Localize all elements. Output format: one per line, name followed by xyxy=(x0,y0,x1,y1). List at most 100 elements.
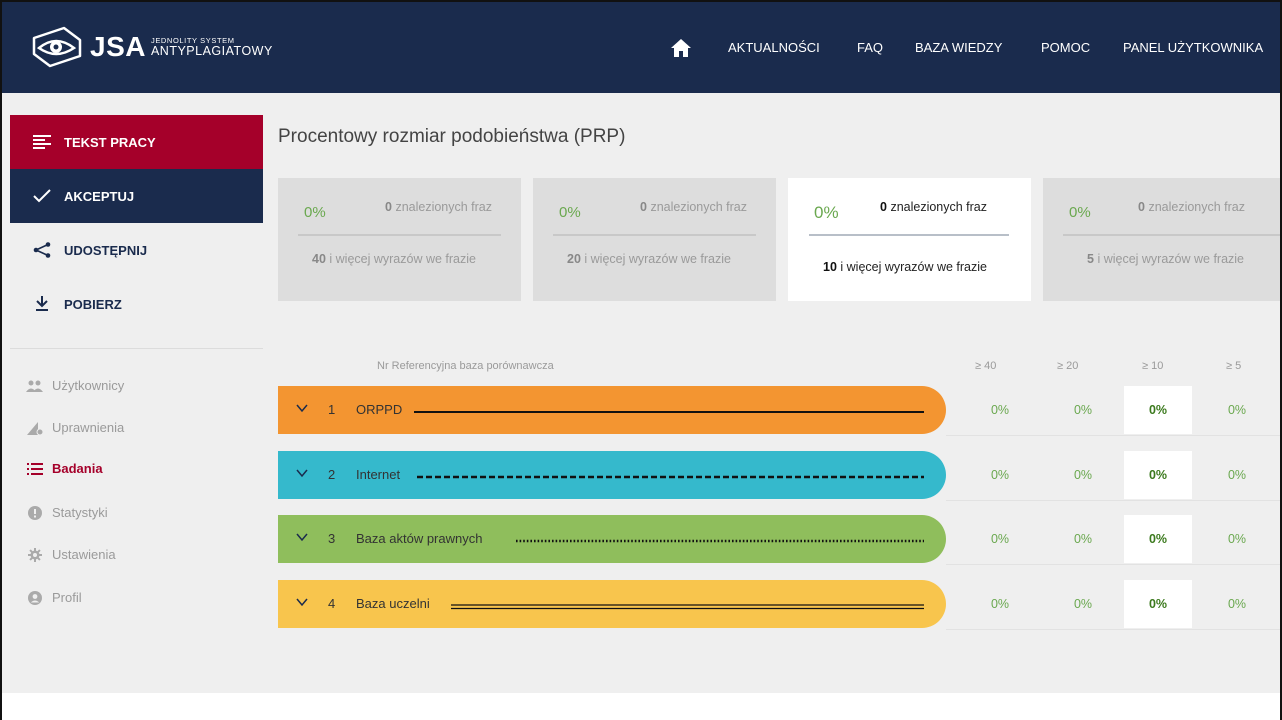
card-word-threshold: 20 i więcej wyrazów we frazie xyxy=(567,252,731,266)
card-divider xyxy=(553,234,756,236)
row-name: ORPPD xyxy=(356,402,403,417)
menu-item-statistics[interactable]: Statystyki xyxy=(26,505,108,520)
menu-item-users[interactable]: Użytkownicy xyxy=(26,378,124,393)
card-percent: 0% xyxy=(559,204,581,221)
menu-item-settings[interactable]: Ustawienia xyxy=(26,547,116,562)
row-number: 2 xyxy=(328,467,336,482)
logo-subtitle: JEDNOLITY SYSTEM ANTYPLAGIATOWY xyxy=(151,37,273,57)
eye-logo-icon xyxy=(32,26,82,68)
menu-item-profile[interactable]: Profil xyxy=(26,590,82,605)
card-divider xyxy=(1063,234,1280,236)
table-header-label: Nr Referencyjna baza porównawcza xyxy=(377,360,554,372)
download-icon xyxy=(32,296,52,312)
table-row[interactable]: 4 Baza uczelni 0% 0% 0% 0% xyxy=(278,580,1280,630)
row-cell-40: 0% xyxy=(990,597,1010,611)
table-row[interactable]: 1 ORPPD 0% 0% 0% 0% xyxy=(278,386,1280,436)
nav-help[interactable]: POMOC xyxy=(1041,40,1090,55)
card-found-phrases: 0 znalezionych fraz xyxy=(1138,200,1246,214)
row-line-double xyxy=(451,604,924,610)
prp-card-20[interactable]: 0% 0 znalezionych fraz 20 i więcej wyraz… xyxy=(533,178,776,301)
users-icon xyxy=(26,379,44,393)
permissions-icon xyxy=(26,421,44,435)
row-bar-internet[interactable]: 2 Internet xyxy=(278,451,946,499)
list-icon xyxy=(26,462,44,476)
download-label: POBIERZ xyxy=(64,296,122,312)
row-cell-5: 0% xyxy=(1227,468,1247,482)
card-found-phrases: 0 znalezionych fraz xyxy=(640,200,748,214)
card-found-phrases: 0 znalezionych fraz xyxy=(880,200,988,214)
row-line-solid xyxy=(414,411,924,413)
nav-news[interactable]: AKTUALNOŚCI xyxy=(728,40,820,55)
nav-faq[interactable]: FAQ xyxy=(857,40,883,55)
row-cell-5: 0% xyxy=(1227,403,1247,417)
row-name: Baza aktów prawnych xyxy=(356,531,483,546)
row-cell-40: 0% xyxy=(990,468,1010,482)
row-bar-orppd[interactable]: 1 ORPPD xyxy=(278,386,946,434)
chevron-down-icon[interactable] xyxy=(296,402,308,414)
prp-card-5[interactable]: 0% 0 znalezionych fraz 5 i więcej wyrazó… xyxy=(1043,178,1280,301)
row-cell-5: 0% xyxy=(1227,597,1247,611)
row-cell-40: 0% xyxy=(990,532,1010,546)
chevron-down-icon[interactable] xyxy=(296,531,308,543)
top-navbar: JSA JEDNOLITY SYSTEM ANTYPLAGIATOWY AKTU… xyxy=(2,2,1280,93)
nav-knowledge-base[interactable]: BAZA WIEDZY xyxy=(915,40,1002,55)
row-cell-5: 0% xyxy=(1227,532,1247,546)
menu-label-users: Użytkownicy xyxy=(52,378,125,393)
row-cell-10: 0% xyxy=(1124,580,1192,628)
card-divider xyxy=(809,234,1009,236)
menu-item-studies[interactable]: Badania xyxy=(26,461,103,476)
table-header-col-10: ≥ 10 xyxy=(1142,360,1164,372)
row-number: 3 xyxy=(328,531,336,546)
row-separator xyxy=(946,564,1280,565)
row-number: 1 xyxy=(328,402,336,417)
table-header-col-20: ≥ 20 xyxy=(1057,360,1079,372)
download-button[interactable]: POBIERZ xyxy=(10,277,263,331)
menu-label-statistics: Statystyki xyxy=(52,505,108,520)
check-icon xyxy=(32,188,52,204)
menu-item-permissions[interactable]: Uprawnienia xyxy=(26,420,124,435)
accept-button[interactable]: AKCEPTUJ xyxy=(10,169,263,223)
card-percent: 0% xyxy=(1069,204,1091,221)
app-frame: JSA JEDNOLITY SYSTEM ANTYPLAGIATOWY AKTU… xyxy=(0,0,1282,720)
row-cell-10: 0% xyxy=(1124,515,1192,563)
row-name: Baza uczelni xyxy=(356,596,430,611)
row-line-dotted xyxy=(516,539,924,543)
text-of-work-button[interactable]: TEKST PRACY xyxy=(10,115,263,169)
menu-label-studies: Badania xyxy=(52,461,103,476)
row-separator xyxy=(946,629,1280,630)
profile-icon xyxy=(26,590,44,605)
row-name: Internet xyxy=(356,467,401,482)
share-button[interactable]: UDOSTĘPNIJ xyxy=(10,223,263,277)
share-label: UDOSTĘPNIJ xyxy=(64,242,148,258)
row-cell-40: 0% xyxy=(990,403,1010,417)
text-of-work-label: TEKST PRACY xyxy=(64,134,156,150)
prp-card-10[interactable]: 0% 0 znalezionych fraz 10 i więcej wyraz… xyxy=(788,178,1031,301)
card-percent: 0% xyxy=(304,204,326,221)
row-separator xyxy=(946,500,1280,501)
logo-subtitle-bottom: ANTYPLAGIATOWY xyxy=(150,43,273,58)
row-cell-20: 0% xyxy=(1073,532,1093,546)
row-cell-20: 0% xyxy=(1073,468,1093,482)
prp-card-40[interactable]: 0% 0 znalezionych fraz 40 i więcej wyraz… xyxy=(278,178,521,301)
card-word-threshold: 10 i więcej wyrazów we frazie xyxy=(823,260,987,274)
row-bar-university-base[interactable]: 4 Baza uczelni xyxy=(278,580,946,628)
row-cell-20: 0% xyxy=(1073,403,1093,417)
menu-label-profile: Profil xyxy=(52,590,82,605)
stats-icon xyxy=(26,505,44,520)
row-cell-10: 0% xyxy=(1124,451,1192,499)
home-icon[interactable] xyxy=(670,38,692,58)
row-cell-10: 0% xyxy=(1124,386,1192,434)
row-cell-20: 0% xyxy=(1073,597,1093,611)
table-row[interactable]: 3 Baza aktów prawnych 0% 0% 0% 0% xyxy=(278,515,1280,565)
nav-user-panel[interactable]: PANEL UŻYTKOWNIKA xyxy=(1123,40,1263,55)
jsa-logo[interactable]: JSA JEDNOLITY SYSTEM ANTYPLAGIATOWY xyxy=(28,22,273,72)
chevron-down-icon[interactable] xyxy=(296,596,308,608)
text-lines-icon xyxy=(32,134,52,150)
card-found-phrases: 0 znalezionych fraz xyxy=(385,200,493,214)
card-word-threshold: 40 i więcej wyrazów we frazie xyxy=(312,252,476,266)
table-row[interactable]: 2 Internet 0% 0% 0% 0% xyxy=(278,451,1280,501)
row-bar-legal-acts[interactable]: 3 Baza aktów prawnych xyxy=(278,515,946,563)
row-number: 4 xyxy=(328,596,336,611)
chevron-down-icon[interactable] xyxy=(296,467,308,479)
page-title: Procentowy rozmiar podobieństwa (PRP) xyxy=(278,126,626,147)
